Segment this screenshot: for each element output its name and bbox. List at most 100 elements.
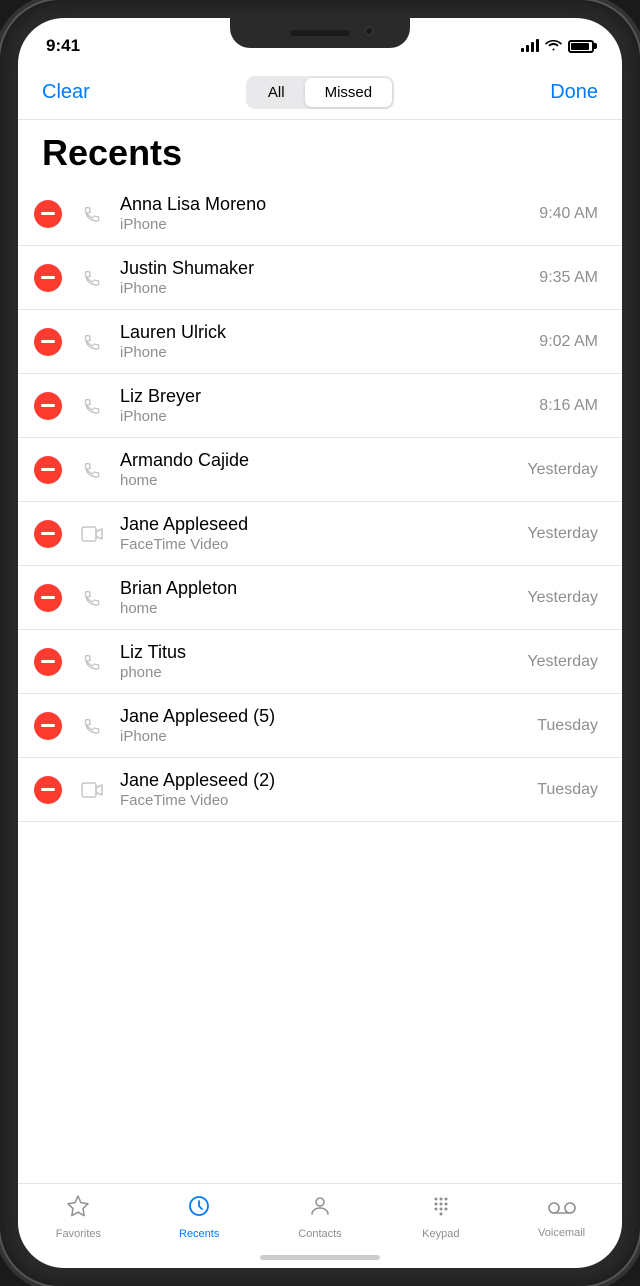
call-type-label: home — [120, 600, 519, 617]
call-item[interactable]: Lauren Ulrick iPhone 9:02 AM — [18, 310, 622, 374]
tab-recents[interactable]: Recents — [167, 1194, 231, 1240]
tab-voicemail-label: Voicemail — [538, 1227, 585, 1239]
call-time: 9:02 AM — [539, 333, 598, 351]
call-item[interactable]: Jane Appleseed (2) FaceTime Video Tuesda… — [18, 758, 622, 822]
signal-icon — [521, 40, 539, 52]
delete-button[interactable] — [34, 264, 62, 292]
voicemail-icon — [548, 1196, 576, 1224]
delete-button[interactable] — [34, 520, 62, 548]
phone-frame: 9:41 — [0, 0, 640, 1286]
call-type-icon — [76, 710, 108, 742]
delete-button[interactable] — [34, 712, 62, 740]
call-list: Anna Lisa Moreno iPhone 9:40 AM Justin S… — [18, 182, 622, 1183]
call-info: Liz Breyer iPhone — [120, 386, 531, 425]
call-name: Armando Cajide — [120, 450, 519, 471]
call-info: Jane Appleseed (5) iPhone — [120, 706, 529, 745]
tab-recents-label: Recents — [179, 1228, 219, 1240]
segment-missed[interactable]: Missed — [305, 78, 393, 107]
call-time: Tuesday — [537, 717, 598, 735]
tab-favorites[interactable]: Favorites — [46, 1194, 110, 1240]
clock-icon — [187, 1194, 211, 1225]
call-time: 8:16 AM — [539, 397, 598, 415]
call-type-label: phone — [120, 664, 519, 681]
tab-keypad-label: Keypad — [422, 1228, 459, 1240]
delete-button[interactable] — [34, 328, 62, 356]
call-info: Jane Appleseed (2) FaceTime Video — [120, 770, 529, 809]
delete-button[interactable] — [34, 456, 62, 484]
tab-favorites-label: Favorites — [56, 1228, 101, 1240]
segment-all[interactable]: All — [248, 78, 305, 107]
call-name: Lauren Ulrick — [120, 322, 531, 343]
call-type-label: iPhone — [120, 280, 531, 297]
call-item[interactable]: Anna Lisa Moreno iPhone 9:40 AM — [18, 182, 622, 246]
call-type-icon — [76, 390, 108, 422]
done-button[interactable]: Done — [538, 81, 598, 104]
delete-button[interactable] — [34, 584, 62, 612]
call-name: Jane Appleseed — [120, 514, 519, 535]
call-type-icon — [76, 454, 108, 486]
battery-icon — [568, 40, 594, 53]
call-time: Yesterday — [527, 525, 598, 543]
home-bar — [260, 1255, 380, 1260]
home-indicator — [18, 1246, 622, 1268]
delete-button[interactable] — [34, 200, 62, 228]
nav-bar: Clear All Missed Done — [18, 66, 622, 120]
notch-camera — [364, 26, 374, 36]
call-name: Jane Appleseed (5) — [120, 706, 529, 727]
call-item[interactable]: Brian Appleton home Yesterday — [18, 566, 622, 630]
star-icon — [66, 1194, 90, 1225]
call-item[interactable]: Justin Shumaker iPhone 9:35 AM — [18, 246, 622, 310]
call-info: Liz Titus phone — [120, 642, 519, 681]
call-name: Justin Shumaker — [120, 258, 531, 279]
notch — [230, 18, 410, 48]
tab-keypad[interactable]: Keypad — [409, 1194, 473, 1240]
call-type-label: FaceTime Video — [120, 536, 519, 553]
call-item[interactable]: Jane Appleseed FaceTime Video Yesterday — [18, 502, 622, 566]
call-name: Anna Lisa Moreno — [120, 194, 531, 215]
call-type-icon — [76, 646, 108, 678]
keypad-icon — [429, 1194, 453, 1225]
clear-button[interactable]: Clear — [42, 81, 102, 104]
notch-speaker — [290, 30, 350, 36]
delete-button[interactable] — [34, 648, 62, 676]
call-time: 9:40 AM — [539, 205, 598, 223]
call-type-label: iPhone — [120, 728, 529, 745]
call-item[interactable]: Liz Titus phone Yesterday — [18, 630, 622, 694]
call-time: Yesterday — [527, 653, 598, 671]
content: Recents Anna Lisa Moreno iPhone 9:40 AM … — [18, 120, 622, 1183]
call-type-icon — [76, 582, 108, 614]
call-name: Liz Titus — [120, 642, 519, 663]
call-time: Yesterday — [527, 589, 598, 607]
call-time: Yesterday — [527, 461, 598, 479]
phone-screen: 9:41 — [18, 18, 622, 1268]
call-info: Brian Appleton home — [120, 578, 519, 617]
call-type-icon — [76, 198, 108, 230]
call-time: Tuesday — [537, 781, 598, 799]
call-info: Armando Cajide home — [120, 450, 519, 489]
call-type-label: home — [120, 472, 519, 489]
call-name: Brian Appleton — [120, 578, 519, 599]
call-info: Anna Lisa Moreno iPhone — [120, 194, 531, 233]
call-type-icon — [76, 326, 108, 358]
tab-contacts[interactable]: Contacts — [288, 1194, 352, 1240]
segment-control: All Missed — [246, 76, 394, 109]
wifi-icon — [545, 38, 562, 54]
tab-voicemail[interactable]: Voicemail — [530, 1196, 594, 1239]
person-icon — [308, 1194, 332, 1225]
call-type-icon — [76, 518, 108, 550]
tab-bar: Favorites Recents Contac — [18, 1183, 622, 1246]
call-item[interactable]: Liz Breyer iPhone 8:16 AM — [18, 374, 622, 438]
call-type-icon — [76, 262, 108, 294]
call-type-label: iPhone — [120, 344, 531, 361]
call-item[interactable]: Armando Cajide home Yesterday — [18, 438, 622, 502]
call-item[interactable]: Jane Appleseed (5) iPhone Tuesday — [18, 694, 622, 758]
tab-contacts-label: Contacts — [298, 1228, 341, 1240]
call-info: Lauren Ulrick iPhone — [120, 322, 531, 361]
delete-button[interactable] — [34, 776, 62, 804]
call-type-label: iPhone — [120, 408, 531, 425]
call-type-label: iPhone — [120, 216, 531, 233]
page-title: Recents — [18, 120, 622, 182]
status-time: 9:41 — [46, 36, 80, 56]
delete-button[interactable] — [34, 392, 62, 420]
call-name: Jane Appleseed (2) — [120, 770, 529, 791]
